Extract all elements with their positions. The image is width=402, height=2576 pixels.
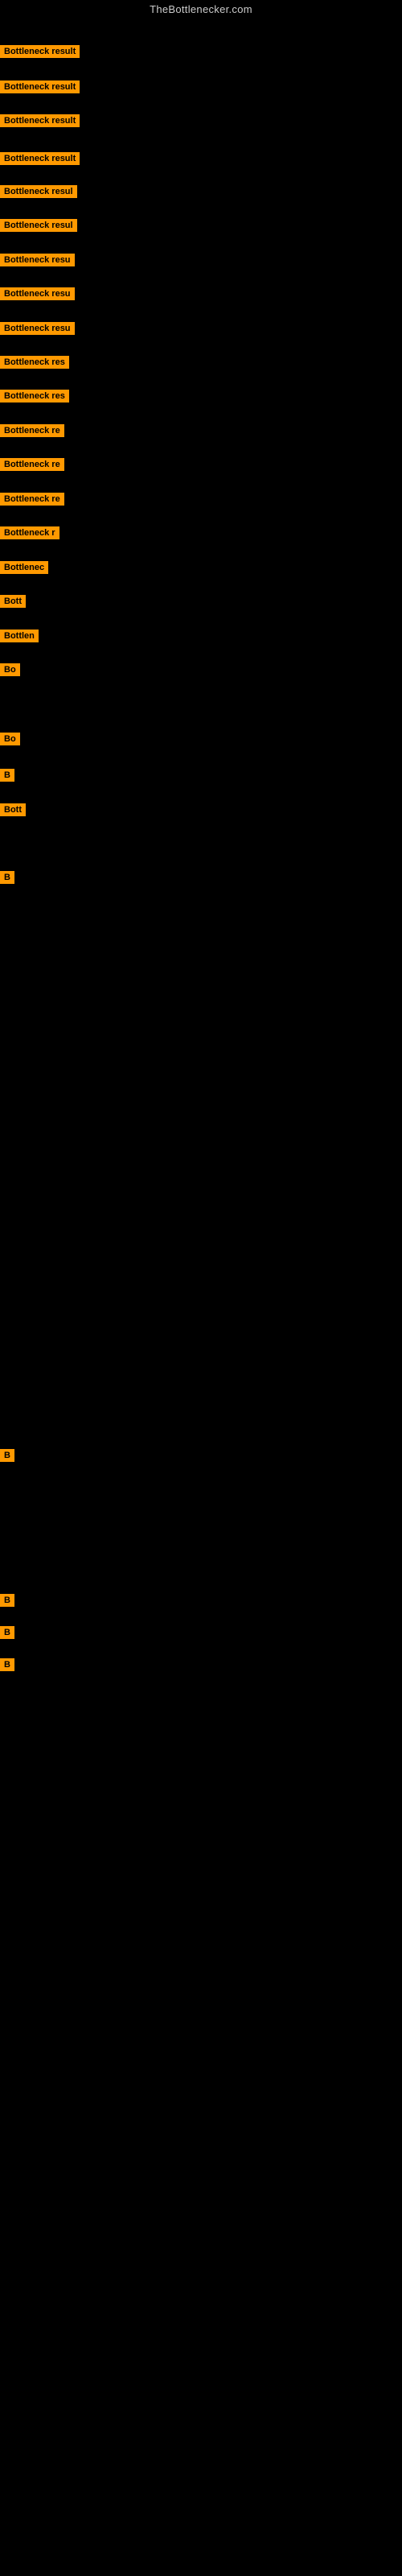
bottleneck-badge: Bo xyxy=(0,733,20,745)
bottleneck-badge: Bottleneck resu xyxy=(0,322,75,335)
bottleneck-badge: Bottleneck result xyxy=(0,152,80,165)
bottleneck-badge: B xyxy=(0,1449,14,1462)
bottleneck-badge: Bottleneck re xyxy=(0,493,64,506)
bottleneck-badge: Bottlen xyxy=(0,630,39,642)
bottleneck-badge: Bott xyxy=(0,803,26,816)
bottleneck-badge: Bott xyxy=(0,595,26,608)
bottleneck-badge: Bottlenec xyxy=(0,561,48,574)
bottleneck-badge: Bottleneck result xyxy=(0,80,80,93)
bottleneck-badge: Bottleneck result xyxy=(0,114,80,127)
bottleneck-badge: Bo xyxy=(0,663,20,676)
bottleneck-badge: Bottleneck resul xyxy=(0,185,77,198)
bottleneck-badge: Bottleneck res xyxy=(0,356,69,369)
bottleneck-badge: B xyxy=(0,1594,14,1607)
bottleneck-badge: Bottleneck result xyxy=(0,45,80,58)
bottleneck-badge: Bottleneck res xyxy=(0,390,69,402)
bottleneck-badge: Bottleneck resul xyxy=(0,219,77,232)
bottleneck-badge: B xyxy=(0,1658,14,1671)
bottleneck-badge: Bottleneck r xyxy=(0,526,59,539)
bottleneck-badge: B xyxy=(0,871,14,884)
bottleneck-badge: Bottleneck re xyxy=(0,424,64,437)
bottleneck-badge: B xyxy=(0,769,14,782)
bottleneck-badge: Bottleneck re xyxy=(0,458,64,471)
bottleneck-badge: B xyxy=(0,1626,14,1639)
bottleneck-badge: Bottleneck resu xyxy=(0,254,75,266)
site-title: TheBottlenecker.com xyxy=(0,0,402,20)
bottleneck-badge: Bottleneck resu xyxy=(0,287,75,300)
